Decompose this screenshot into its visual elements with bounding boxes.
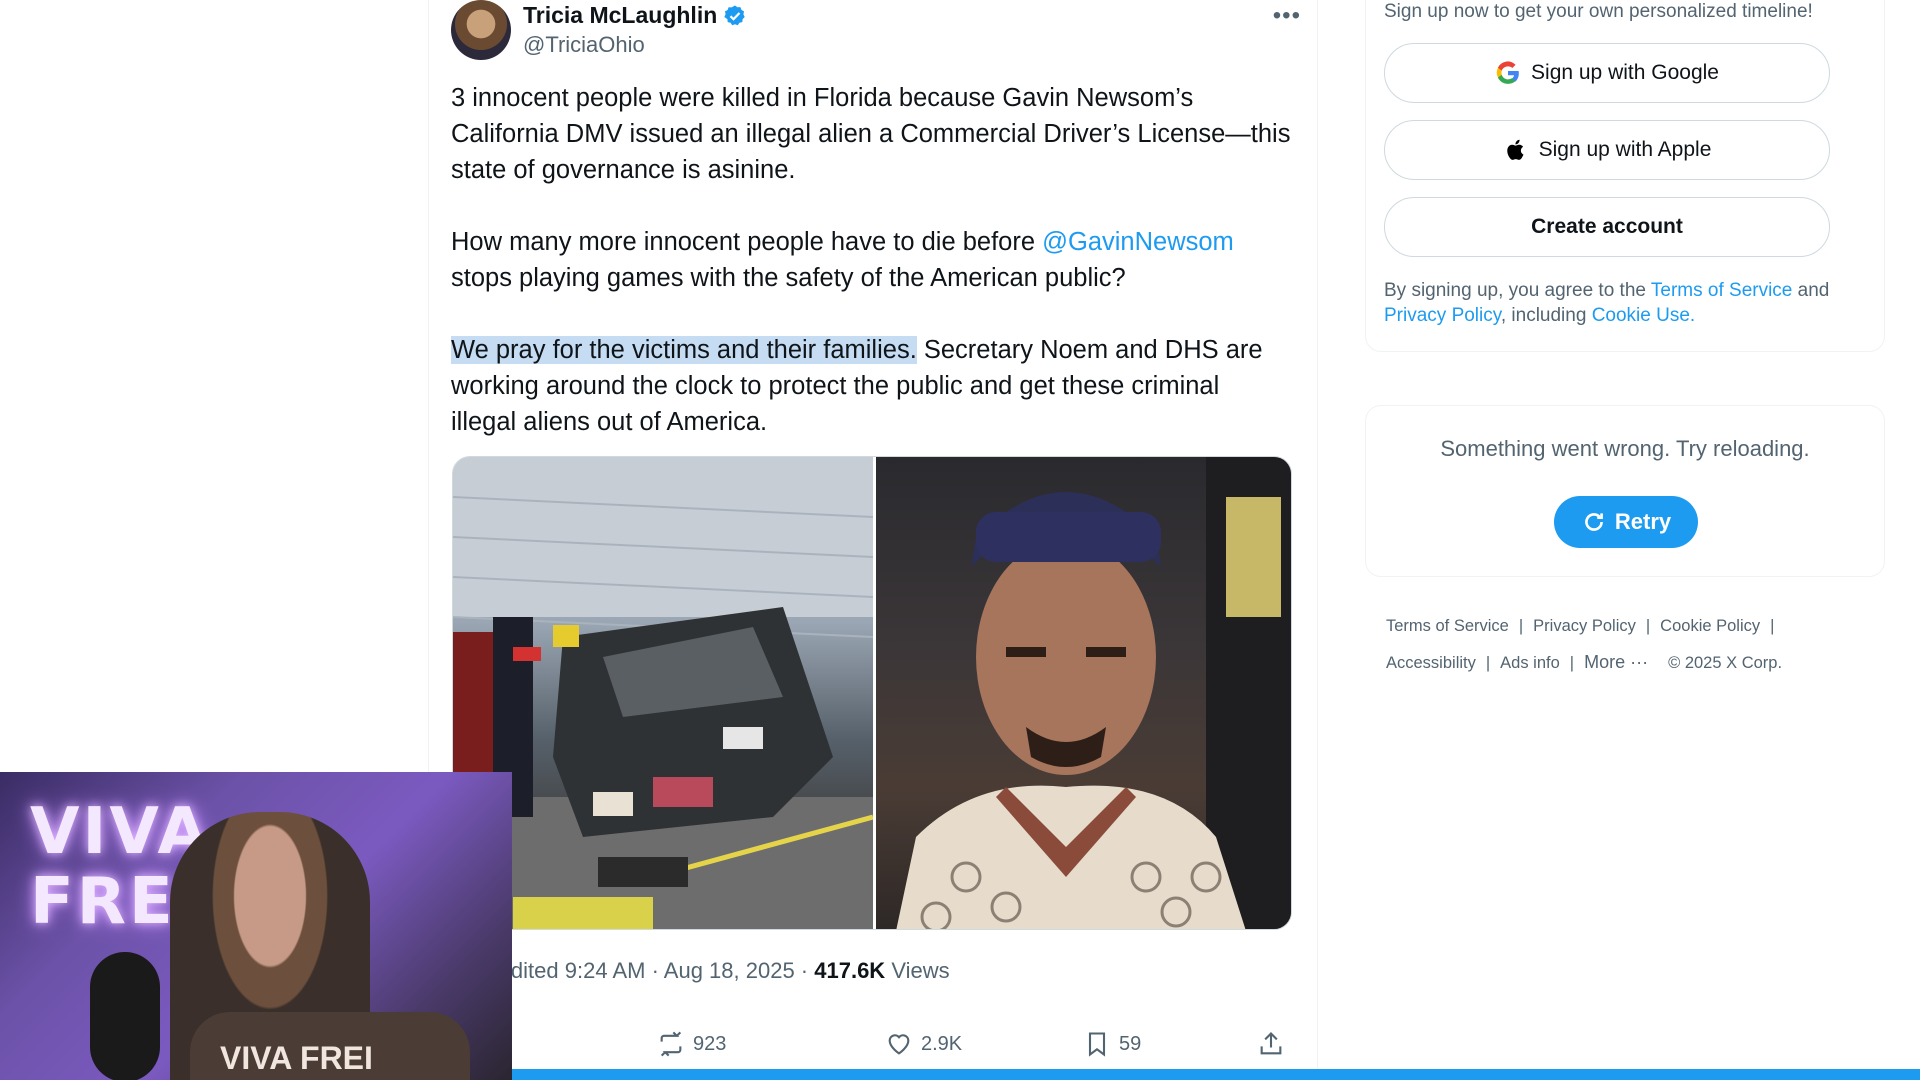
media-photo-portrait[interactable] <box>876 457 1291 929</box>
author-name[interactable]: Tricia McLaughlin <box>523 2 717 29</box>
google-icon <box>1496 61 1519 84</box>
signup-caption: Sign up now to get your own personalized… <box>1384 1 1813 22</box>
cookie-link[interactable]: Cookie Use. <box>1592 305 1696 326</box>
author-handle[interactable]: @TriciaOhio <box>523 32 645 58</box>
footer-terms[interactable]: Terms of Service <box>1386 617 1509 635</box>
signup-apple-label: Sign up with Apple <box>1538 138 1712 161</box>
create-account-label: Create account <box>1531 215 1683 238</box>
heart-icon <box>888 1034 910 1055</box>
mention-link[interactable]: @GavinNewsom <box>1042 228 1234 256</box>
tweet-paragraph-1: 3 innocent people were killed in Florida… <box>451 84 1291 184</box>
views-label: Views <box>885 958 950 983</box>
footer-row-1: Terms of Service | Privacy Policy | Cookie P… <box>1386 617 1775 635</box>
paragraph-2-start: How many more innocent people have to di… <box>451 228 1043 256</box>
retry-label: Retry <box>1614 509 1672 534</box>
signup-google-button[interactable]: Sign up with Google <box>1384 43 1830 103</box>
more-options-icon[interactable]: ••• <box>1273 2 1301 30</box>
legal-and: and <box>1792 280 1830 301</box>
verified-badge-icon <box>724 5 745 25</box>
tweet-text: 3 innocent people were killed in Florida… <box>451 80 1291 440</box>
footer-more[interactable]: More ··· <box>1584 652 1648 672</box>
create-account-button[interactable]: Create account <box>1384 197 1830 257</box>
shirt-print: VIVA FREI <box>220 1040 373 1076</box>
views-count: 417.6K <box>814 958 886 983</box>
tweet-actions: 50 923 2.9K 59 <box>451 1030 1291 1066</box>
error-message: Something went wrong. Try reloading. <box>1440 436 1810 461</box>
legal-including: , including <box>1500 305 1592 326</box>
tweet-timestamp: Last edited 9:24 AM · Aug 18, 2025 · 417… <box>451 958 950 984</box>
repost-button[interactable]: 923 <box>657 1030 726 1058</box>
author-avatar[interactable] <box>451 0 511 60</box>
footer-privacy[interactable]: Privacy Policy <box>1533 617 1636 635</box>
signup-legal-text: By signing up, you agree to the Terms of… <box>1384 278 1854 328</box>
paragraph-2-end: stops playing games with the safety of t… <box>451 264 1126 292</box>
microphone <box>90 952 160 1080</box>
signup-google-label: Sign up with Google <box>1531 61 1719 84</box>
legal-prefix: By signing up, you agree to the <box>1384 280 1651 301</box>
author-name-row: Tricia McLaughlin <box>523 2 747 29</box>
footer-cookie[interactable]: Cookie Policy <box>1660 617 1760 635</box>
signup-apple-button[interactable]: Sign up with Apple <box>1384 120 1830 180</box>
tweet-media[interactable] <box>452 456 1292 930</box>
portrait-illustration <box>896 457 1291 929</box>
footer-copyright: © 2025 X Corp. <box>1668 654 1783 672</box>
footer-row-2: Accessibility | Ads info | More ··· © 2025 X … <box>1386 652 1783 672</box>
tweet-header: Tricia McLaughlin @TriciaOhio ••• <box>451 0 1301 62</box>
privacy-link[interactable]: Privacy Policy <box>1384 305 1501 326</box>
like-button[interactable]: 2.9K <box>885 1030 962 1058</box>
trends-error-card: Something went wrong. Try reloading. Ret… <box>1365 405 1885 577</box>
retry-button[interactable]: Retry <box>1554 496 1698 548</box>
repost-icon <box>660 1031 682 1057</box>
like-count: 2.9K <box>921 1032 963 1055</box>
crash-scene-illustration <box>453 457 873 929</box>
terms-link[interactable]: Terms of Service <box>1651 280 1792 301</box>
refresh-icon <box>1585 513 1603 531</box>
tweet-column: Tricia McLaughlin @TriciaOhio ••• 3 inno… <box>428 0 1318 1080</box>
media-photo-crash-scene[interactable] <box>453 457 873 929</box>
share-button[interactable] <box>1257 1030 1285 1058</box>
tweet-paragraph-2: How many more innocent people have to di… <box>451 224 1291 296</box>
selected-text: We pray for the victims and their famili… <box>451 336 917 364</box>
bookmark-icon <box>1088 1032 1106 1057</box>
signup-card: Sign up now to get your own personalized… <box>1365 0 1885 352</box>
tweet-paragraph-3: We pray for the victims and their famili… <box>451 332 1291 440</box>
bookmark-button[interactable]: 59 <box>1083 1030 1141 1058</box>
apple-icon <box>1506 139 1524 160</box>
footer-accessibility[interactable]: Accessibility <box>1386 654 1476 672</box>
footer-ads-info[interactable]: Ads info <box>1500 654 1560 672</box>
webcam-overlay: VIVA FREI VIVA FREI <box>0 772 512 1080</box>
sidebar-footer: Terms of Service | Privacy Policy | Cookie P… <box>1386 608 1856 681</box>
repost-count: 923 <box>693 1032 727 1055</box>
bookmark-count: 59 <box>1119 1032 1142 1055</box>
video-progress-bar <box>512 1069 1920 1080</box>
share-icon <box>1260 1032 1282 1055</box>
